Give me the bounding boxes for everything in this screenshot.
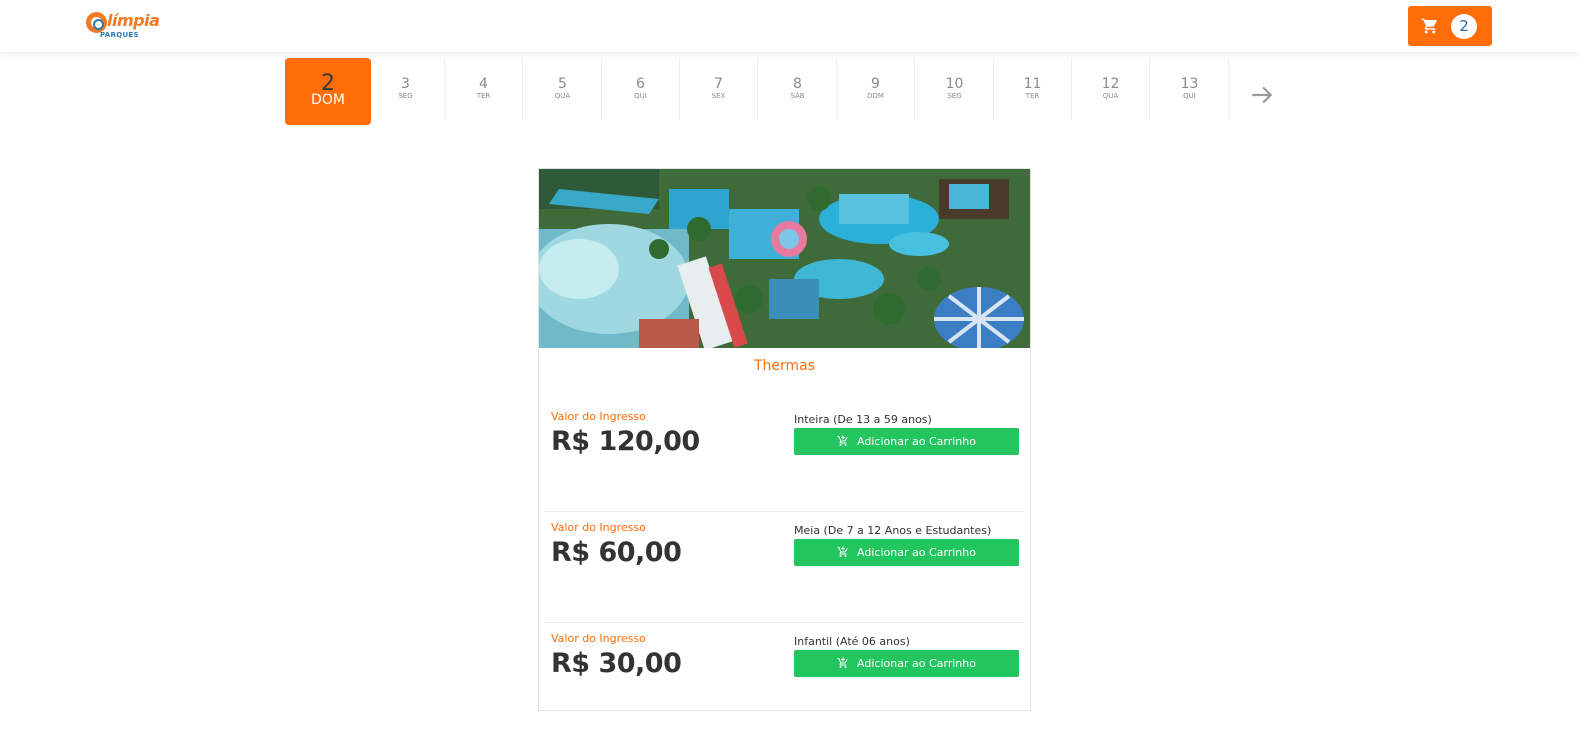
date-weekday: SEG [398,92,413,100]
add-cart-icon [837,546,848,557]
ticket-price: R$ 120,00 [551,426,700,457]
product-title: Thermas [753,358,816,374]
arrow-right-icon[interactable] [1249,82,1275,108]
ticket-row: Valor do Ingresso R$ 30,00 Infantil (Até… [545,624,1024,734]
date-day: 9 [871,76,880,92]
date-weekday: SEX [711,92,726,100]
ticket-label: Valor do Ingresso [551,410,646,423]
date-day: 13 [1180,76,1199,92]
add-cart-icon [837,435,848,446]
waterpark-aerial-image [539,169,1030,348]
date-weekday: QUA [1102,92,1119,100]
ticket-type: Infantil (Até 06 anos) [794,635,910,648]
date-item[interactable]: 12 QUA [1072,58,1150,120]
date-weekday: SÁB [790,92,805,100]
date-day: 2 [321,71,335,96]
ticket-price: R$ 60,00 [551,537,682,568]
add-to-cart-button[interactable]: Adicionar ao Carrinho [794,539,1019,566]
date-day: 11 [1023,76,1042,92]
date-day: 10 [945,76,964,92]
date-weekday: DOM [311,92,345,108]
add-to-cart-label: Adicionar ao Carrinho [857,546,976,559]
logo-subtext: PARQUES [100,31,139,39]
olimpia-parques-logo[interactable]: límpia PARQUES [86,11,166,43]
ticket-label: Valor do Ingresso [551,632,646,645]
date-day: 4 [479,76,488,92]
date-day: 3 [401,76,410,92]
date-day: 8 [793,76,802,92]
ticket-row: Valor do Ingresso R$ 60,00 Meia (De 7 a … [545,513,1024,623]
date-weekday: DOM [867,92,884,100]
cart-count-badge: 2 [1451,14,1477,39]
ticket-price: R$ 30,00 [551,648,682,679]
add-to-cart-button[interactable]: Adicionar ao Carrinho [794,428,1019,455]
date-item[interactable]: 4 TER [445,58,523,120]
date-day: 5 [558,76,567,92]
ticket-row: Valor do Ingresso R$ 120,00 Inteira (De … [545,402,1024,512]
ticket-type: Inteira (De 13 a 59 anos) [794,413,932,426]
date-weekday: SEG [947,92,962,100]
date-weekday: TER [476,92,491,100]
date-item[interactable]: 3 SEG [367,58,445,120]
ticket-type: Meia (De 7 a 12 Anos e Estudantes) [794,524,992,537]
date-weekday: QUA [554,92,571,100]
date-item[interactable]: 13 QUI [1151,58,1229,120]
cart-button[interactable]: 2 [1408,6,1492,46]
product-card: Thermas Valor do Ingresso R$ 120,00 Inte… [538,168,1031,711]
date-item[interactable]: 6 QUI [602,58,680,120]
date-item[interactable]: 9 DOM [837,58,915,120]
date-item-selected[interactable]: 2 DOM [285,58,371,125]
cart-icon [1421,18,1437,34]
add-to-cart-label: Adicionar ao Carrinho [857,435,976,448]
lifebuoy-icon [86,12,107,33]
date-weekday: TER [1025,92,1040,100]
date-item[interactable]: 7 SEX [680,58,758,120]
date-item[interactable]: 10 SEG [916,58,994,120]
date-day: 6 [636,76,645,92]
add-cart-icon [837,657,848,668]
add-to-cart-button[interactable]: Adicionar ao Carrinho [794,650,1019,677]
date-selector: 2 DOM 3 SEG 4 TER 5 QUA 6 QUI 7 SEX 8 SÁ… [285,58,1295,126]
date-weekday: QUI [1183,92,1196,100]
date-item[interactable]: 8 SÁB [759,58,837,120]
date-weekday: QUI [634,92,647,100]
date-item[interactable]: 11 TER [994,58,1072,120]
date-day: 7 [714,76,723,92]
add-to-cart-label: Adicionar ao Carrinho [857,657,976,670]
date-day: 12 [1101,76,1120,92]
ticket-label: Valor do Ingresso [551,521,646,534]
logo-text: límpia [107,11,160,30]
top-header: límpia PARQUES 2 [0,0,1580,52]
date-item[interactable]: 5 QUA [524,58,602,120]
